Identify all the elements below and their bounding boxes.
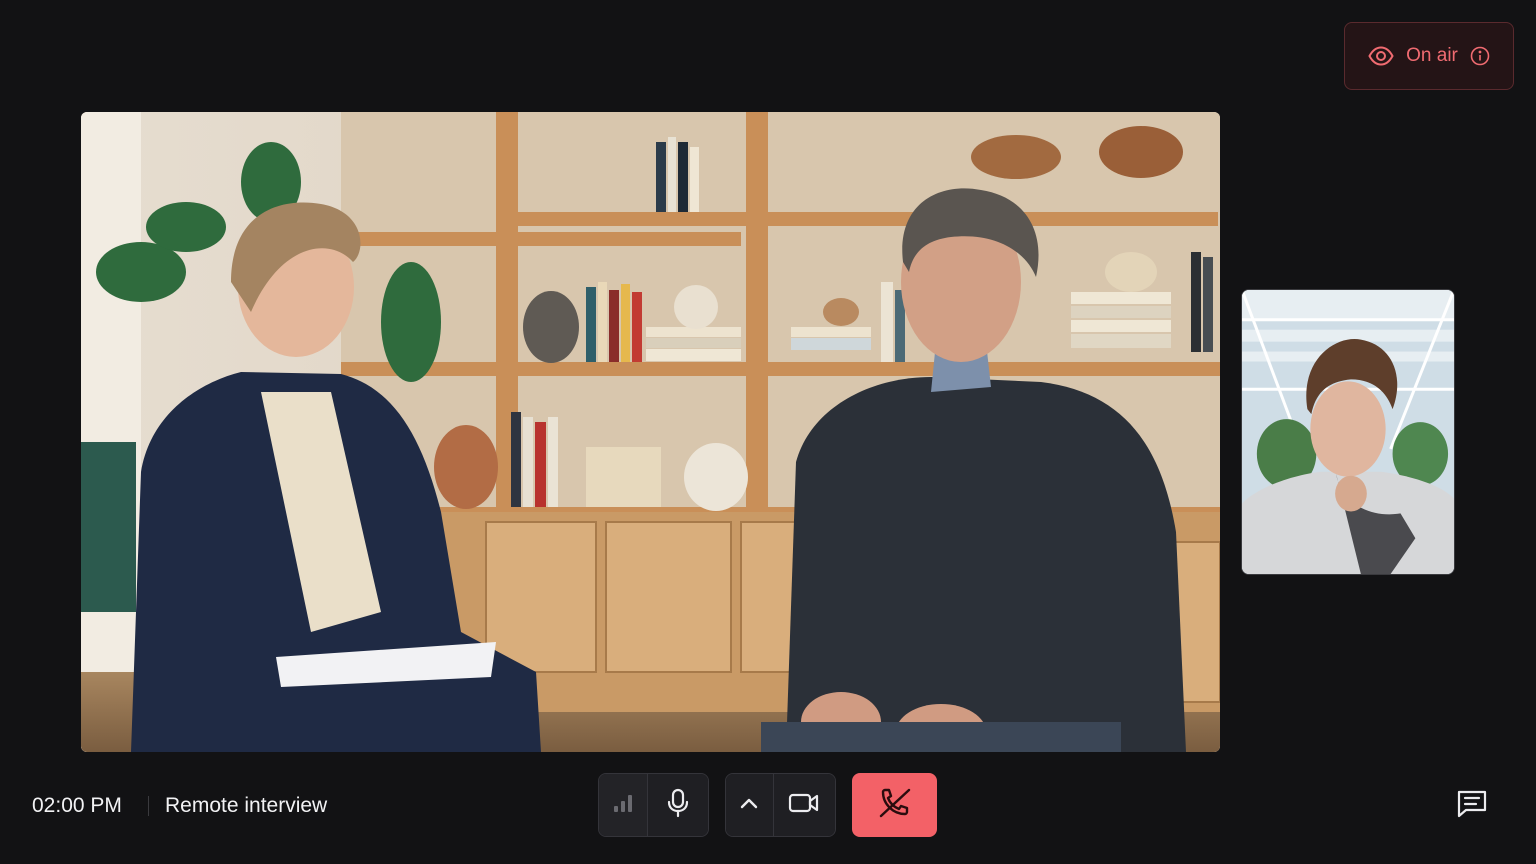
chevron-up-icon: [739, 796, 759, 815]
network-quality-button[interactable]: [599, 774, 647, 836]
chat-button[interactable]: [1452, 786, 1492, 826]
meeting-title: Remote interview: [165, 794, 328, 817]
divider: [148, 796, 149, 816]
on-air-label: On air: [1406, 45, 1458, 66]
on-air-badge[interactable]: On air: [1344, 22, 1514, 90]
microphone-button[interactable]: [646, 774, 708, 836]
meeting-time: 02:00 PM: [32, 794, 122, 817]
eye-icon: [1368, 46, 1394, 66]
video-camera-icon: [788, 792, 820, 819]
info-icon[interactable]: [1470, 46, 1490, 66]
call-screen: On air 02:00 PM Remote interview: [0, 0, 1536, 864]
camera-button[interactable]: [772, 774, 835, 836]
self-view-video[interactable]: [1241, 289, 1455, 575]
main-video-feed: [81, 112, 1220, 752]
end-call-button[interactable]: [852, 773, 937, 837]
end-call-icon: [878, 787, 912, 824]
chat-icon: [1456, 789, 1488, 824]
signal-strength-icon: [612, 793, 634, 818]
video-options-button[interactable]: [726, 774, 773, 836]
audio-controls: [598, 773, 709, 837]
video-controls: [725, 773, 836, 837]
microphone-icon: [666, 788, 690, 823]
